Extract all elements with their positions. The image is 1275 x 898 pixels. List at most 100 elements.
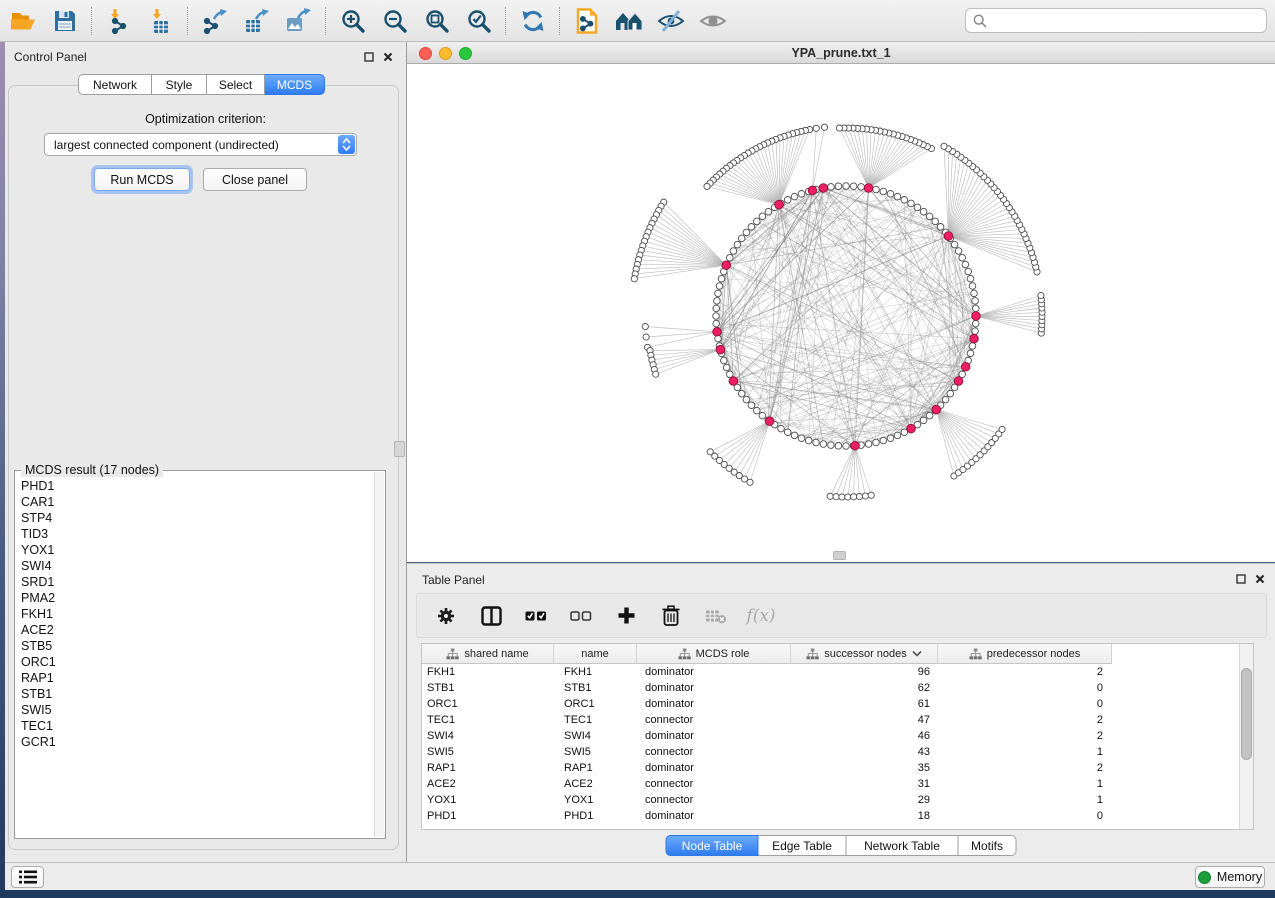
panel-list-button[interactable] [11,866,44,888]
mcds-result-item[interactable]: GCR1 [21,734,371,750]
table-cell: 61 [791,698,938,710]
table-row[interactable]: YOX1YOX1connector291 [422,792,1253,808]
table-header-row: shared namenameMCDS rolesuccessor nodesp… [422,644,1253,664]
table-scrollbar-thumb[interactable] [1241,668,1252,760]
table-scrollbar[interactable] [1239,644,1253,829]
table-cell: 62 [791,682,938,694]
table-cell: STB1 [422,682,554,694]
table-row[interactable]: PHD1PHD1dominator180 [422,808,1253,824]
network-graph[interactable] [407,64,1275,562]
close-panel-button[interactable]: Close panel [203,168,307,191]
mcds-result-item[interactable]: ORC1 [21,654,371,670]
desktop: { "toolbar": { "groups": [ ["open","save… [0,0,1275,898]
mcds-result-item[interactable]: ACE2 [21,622,371,638]
close-panel-icon[interactable] [382,51,394,63]
mcds-result-item[interactable]: CAR1 [21,494,371,510]
table-row[interactable]: ACE2ACE2connector311 [422,776,1253,792]
float-table-panel-icon[interactable] [1235,573,1247,585]
import-network-icon[interactable] [104,6,134,36]
tab-style[interactable]: Style [152,74,207,95]
mcds-result-item[interactable]: STB1 [21,686,371,702]
table-row[interactable]: FKH1FKH1dominator962 [422,664,1253,680]
mcds-result-item[interactable]: RAP1 [21,670,371,686]
right-pane: YPA_prune.txt_1 Table Panel f(x) shared … [406,42,1275,862]
fx-label: f(x) [746,606,775,626]
mcds-result-item[interactable]: PMA2 [21,590,371,606]
tab-node-table[interactable]: Node Table [666,835,759,856]
select-all-icon[interactable] [525,605,547,627]
table-row[interactable]: STB1STB1dominator620 [422,680,1253,696]
network-file-icon[interactable] [572,6,602,36]
mcds-result-scrollbar[interactable] [374,472,384,837]
zoom-selected-icon[interactable] [464,6,494,36]
column-header-MCDS-role[interactable]: MCDS role [637,644,791,664]
deselect-all-icon[interactable] [570,605,592,627]
tab-mcds[interactable]: MCDS [265,74,325,95]
export-network-icon[interactable] [200,6,230,36]
open-icon[interactable] [8,6,38,36]
tab-select[interactable]: Select [207,74,265,95]
table-toolbar: f(x) [416,593,1267,638]
save-icon[interactable] [50,6,80,36]
close-window-icon[interactable] [419,47,432,60]
network-canvas[interactable] [407,64,1275,562]
home-icon[interactable] [614,6,644,36]
show-icon[interactable] [698,6,728,36]
maximize-window-icon[interactable] [459,47,472,60]
mcds-result-item[interactable]: TID3 [21,526,371,542]
table-row[interactable]: SWI4SWI4dominator462 [422,728,1253,744]
mcds-result-item[interactable]: STB5 [21,638,371,654]
import-table-icon[interactable] [146,6,176,36]
table-cell: 1 [938,794,1112,806]
export-table-icon[interactable] [242,6,272,36]
column-header-successor-nodes[interactable]: successor nodes [791,644,938,664]
split-columns-icon[interactable] [480,605,502,627]
optimization-criterion-select[interactable]: largest connected component (undirected) [44,133,357,156]
table-cell: YOX1 [554,794,637,806]
mcds-result-item[interactable]: STP4 [21,510,371,526]
zoom-out-icon[interactable] [380,6,410,36]
mcds-result-item[interactable]: SWI4 [21,558,371,574]
column-header-predecessor-nodes[interactable]: predecessor nodes [938,644,1112,664]
hide-icon[interactable] [656,6,686,36]
zoom-fit-icon[interactable] [422,6,452,36]
export-image-icon[interactable] [284,6,314,36]
search-input[interactable] [992,10,1264,33]
table-cell: 0 [938,810,1112,822]
table-row[interactable]: SWI5SWI5connector431 [422,744,1253,760]
mcds-result-item[interactable]: PHD1 [21,478,371,494]
toolbar-icon-groups [8,6,728,36]
mcds-result-item[interactable]: SRD1 [21,574,371,590]
table-cell: RAP1 [554,762,637,774]
float-panel-icon[interactable] [363,51,375,63]
close-table-panel-icon[interactable] [1254,573,1266,585]
add-icon[interactable] [615,605,637,627]
refresh-icon[interactable] [518,6,548,36]
mcds-result-item[interactable]: TEC1 [21,718,371,734]
horizontal-splitter-grip[interactable] [833,551,846,560]
tab-edge-table[interactable]: Edge Table [759,835,847,856]
mcds-result-item[interactable]: YOX1 [21,542,371,558]
minimize-window-icon[interactable] [439,47,452,60]
column-header-shared-name[interactable]: shared name [422,644,554,664]
vertical-splitter-grip[interactable] [394,441,405,457]
delete-icon[interactable] [660,605,682,627]
tab-network-table[interactable]: Network Table [847,835,959,856]
tab-network[interactable]: Network [78,74,152,95]
mcds-result-item[interactable]: FKH1 [21,606,371,622]
run-mcds-button[interactable]: Run MCDS [94,168,190,191]
column-header-name[interactable]: name [554,644,637,664]
network-window-titlebar[interactable]: YPA_prune.txt_1 [407,42,1275,64]
table-row[interactable]: ORC1ORC1dominator610 [422,696,1253,712]
memory-button[interactable]: Memory [1195,866,1265,888]
zoom-in-icon[interactable] [338,6,368,36]
table-cell: PHD1 [422,810,554,822]
mcds-result-item[interactable]: SWI5 [21,702,371,718]
table-cell: PHD1 [554,810,637,822]
table-row[interactable]: TEC1TEC1connector472 [422,712,1253,728]
table-cell: 2 [938,762,1112,774]
tab-motifs[interactable]: Motifs [959,835,1017,856]
table-row[interactable]: RAP1RAP1dominator352 [422,760,1253,776]
gear-icon[interactable] [435,605,457,627]
table-cell: 18 [791,810,938,822]
